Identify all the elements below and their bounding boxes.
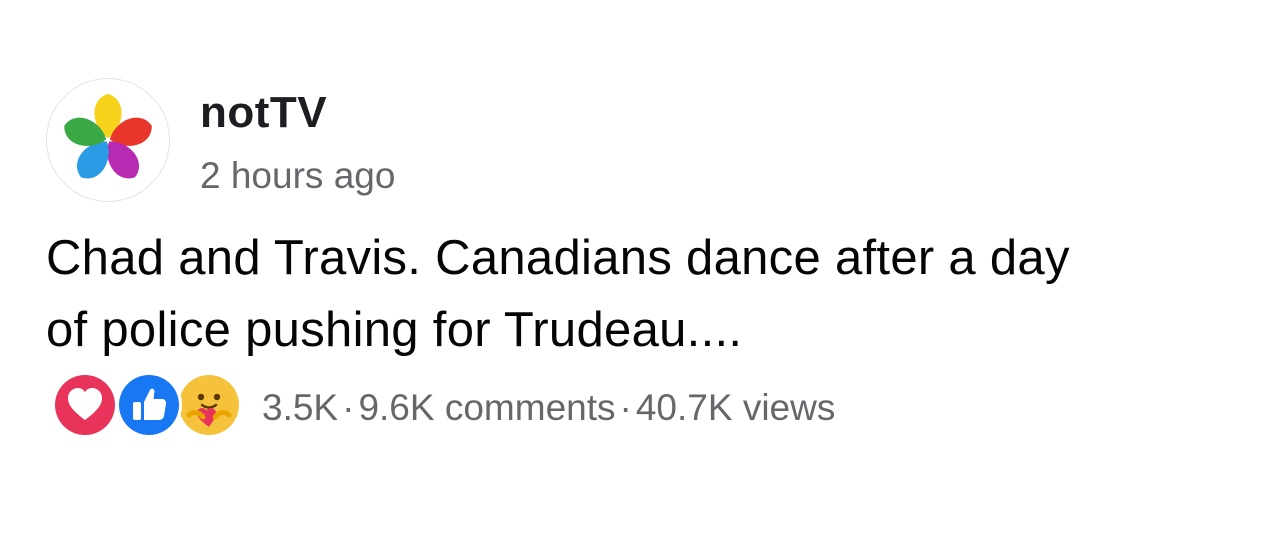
love-icon [52, 372, 118, 438]
avatar[interactable] [46, 78, 170, 202]
post-timestamp[interactable]: 2 hours ago [200, 154, 395, 198]
reaction-count[interactable]: 3.5K [262, 386, 338, 430]
reactions-summary[interactable] [52, 372, 252, 440]
post-card: notTV 2 hours ago Chad and Travis. Canad… [0, 0, 1280, 539]
comment-count[interactable]: 9.6K comments [358, 386, 615, 430]
author-name[interactable]: notTV [200, 88, 327, 138]
like-icon [116, 372, 182, 438]
separator-dot: · [619, 387, 632, 428]
care-icon [176, 372, 242, 438]
view-count: 40.7K views [635, 387, 836, 428]
post-text: Chad and Travis. Canadians dance after a… [46, 222, 1278, 366]
nottv-logo-icon [64, 94, 152, 179]
post-text-line: of police pushing for Trudeau.... [46, 303, 743, 357]
post-text-line: Chad and Travis. Canadians dance after a… [46, 231, 1070, 285]
separator-dot: · [342, 387, 355, 428]
post-stats: 3.5K · 9.6K comments · 40.7K views [262, 386, 835, 430]
